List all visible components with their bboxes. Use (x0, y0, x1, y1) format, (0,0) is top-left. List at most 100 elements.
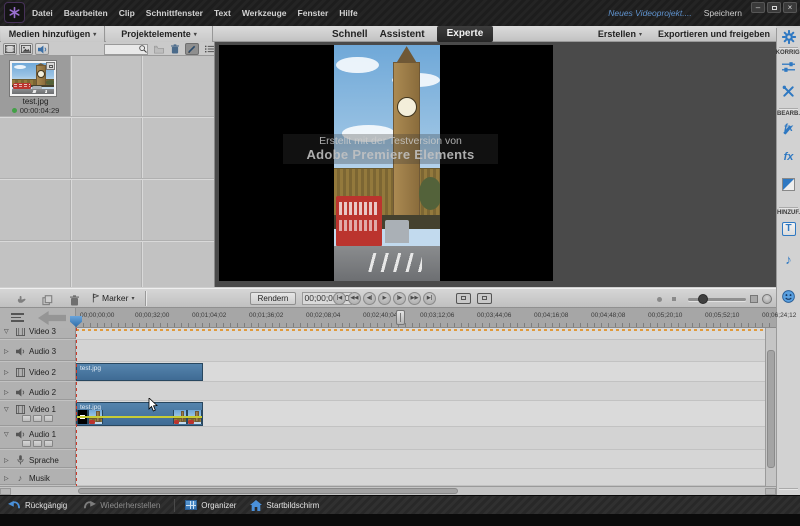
opacity-rubber-band[interactable] (77, 416, 202, 418)
timeline-settings-icon[interactable] (11, 313, 24, 323)
tools-button[interactable] (777, 85, 800, 98)
redo-button[interactable]: Wiederherstellen (83, 500, 160, 511)
scrollbar-left-box[interactable] (0, 488, 11, 495)
expand-icon[interactable]: ▷ (4, 369, 11, 376)
transitions-button[interactable] (777, 178, 800, 191)
menu-text[interactable]: Text (214, 8, 231, 18)
filter-video-button[interactable] (3, 43, 17, 55)
work-area-bar[interactable] (76, 329, 766, 331)
horizontal-scrollbar-thumb[interactable] (78, 488, 458, 494)
restore-button[interactable] (767, 2, 781, 13)
zoom-slider-thumb[interactable] (698, 294, 708, 304)
tab-assistent[interactable]: Assistent (380, 29, 425, 40)
prev-keyframe-button[interactable] (22, 415, 31, 422)
next-keyframe-button[interactable] (44, 440, 53, 447)
pan-arrow-icon[interactable] (38, 311, 66, 325)
vertical-scrollbar[interactable] (765, 328, 776, 486)
marker-button[interactable]: Marker ▾ (92, 293, 134, 303)
tab-schnell[interactable]: Schnell (332, 29, 368, 40)
rewind-button[interactable]: ◀◀ (348, 292, 361, 305)
current-time-indicator-line[interactable] (76, 328, 77, 486)
new-folder-button[interactable] (152, 43, 166, 55)
prev-keyframe-button[interactable] (22, 440, 31, 447)
home-screen-button[interactable]: Startbildschirm (250, 500, 319, 511)
delete-item-button[interactable] (168, 43, 182, 55)
graphics-button[interactable] (777, 290, 800, 303)
next-keyframe-button[interactable] (44, 415, 53, 422)
applied-effects-button[interactable]: fx (777, 123, 800, 134)
menu-clip[interactable]: Clip (119, 8, 135, 18)
video-track-icon (15, 328, 25, 336)
effects-button[interactable]: fx (777, 151, 800, 163)
clip-video2-testjpg[interactable]: test.jpg (76, 363, 203, 381)
tab-experte[interactable]: Experte (437, 26, 494, 42)
menu-hilfe[interactable]: Hilfe (339, 8, 357, 18)
frame-forward-button[interactable]: |▶ (393, 292, 406, 305)
menu-schnittfenster[interactable]: Schnittfenster (146, 8, 203, 18)
tracks-area: ▽ Video 3 ▷ Audio 3 (0, 328, 776, 486)
zoom-step-icon[interactable] (672, 297, 676, 301)
horizontal-scrollbar[interactable] (0, 486, 776, 495)
go-to-end-button[interactable]: ▶| (423, 292, 436, 305)
export-share-button[interactable]: Exportieren und freigeben (658, 29, 770, 39)
project-name-link[interactable]: Neues Videoprojekt.... (608, 8, 691, 18)
pen-tool-button[interactable] (185, 43, 199, 55)
add-media-button[interactable]: Medien hinzufügen ▾ (1, 26, 105, 42)
titles-button[interactable]: T (777, 222, 800, 236)
collapse-icon[interactable]: ▽ (4, 406, 11, 413)
filter-photo-button[interactable] (19, 43, 33, 55)
collapse-icon[interactable]: ▽ (4, 328, 11, 335)
undo-button[interactable]: Rückgängig (8, 500, 67, 511)
menu-bearbeiten[interactable]: Bearbeiten (64, 8, 108, 18)
track-header-audio2: ▷ Audio 2 (0, 382, 76, 400)
minimize-button[interactable]: – (751, 2, 765, 13)
zoom-in-icon[interactable] (750, 295, 758, 303)
render-button[interactable]: Rendern (250, 292, 296, 305)
tick-label: 00;01;36;02 (249, 312, 283, 319)
menu-datei[interactable]: Datei (32, 8, 53, 18)
close-button[interactable]: × (783, 2, 797, 13)
full-screen-monitor-icon[interactable] (477, 293, 492, 304)
track-body-audio1[interactable] (76, 427, 776, 449)
mix-audio-monitor-icon[interactable] (456, 293, 471, 304)
menu-werkzeuge[interactable]: Werkzeuge (242, 8, 287, 18)
clip-video1-testjpg[interactable]: test.jpg (76, 402, 203, 426)
vertical-scrollbar-thumb[interactable] (767, 350, 775, 468)
fast-forward-button[interactable]: ▶▶ (408, 292, 421, 305)
create-label: Erstellen (598, 29, 636, 39)
save-button[interactable]: Speichern (704, 8, 742, 18)
time-ruler[interactable]: 00;00;00;00 00;00;32;00 00;01;04;02 00;0… (0, 308, 776, 328)
track-body-audio2[interactable] (76, 382, 776, 400)
organizer-button[interactable]: Organizer (185, 500, 236, 510)
frame-back-button[interactable]: ◀| (363, 292, 376, 305)
premiere-elements-window: Datei Bearbeiten Clip Schnittfenster Tex… (0, 0, 800, 526)
go-to-start-button[interactable]: |◀ (333, 292, 346, 305)
media-thumbnail[interactable] (10, 61, 56, 96)
create-button[interactable]: Erstellen ▾ (598, 29, 642, 39)
filter-audio-button[interactable] (35, 43, 49, 55)
settings-button[interactable] (777, 30, 800, 44)
music-button[interactable]: ♪ (777, 252, 800, 267)
expand-icon[interactable]: ▷ (4, 389, 11, 396)
expand-icon[interactable]: ▷ (4, 457, 11, 464)
zoom-out-icon[interactable] (657, 297, 662, 302)
play-button[interactable]: ▶ (378, 292, 391, 305)
help-knob-icon[interactable] (762, 294, 772, 304)
expand-icon[interactable]: ▷ (4, 348, 11, 355)
adjust-button[interactable] (777, 61, 800, 73)
project-assets-button[interactable]: Projektelemente ▾ (106, 26, 213, 42)
track-body-musik[interactable] (76, 469, 776, 485)
expand-icon[interactable]: ▷ (4, 475, 11, 482)
track-body-audio3[interactable] (76, 340, 776, 361)
menu-fenster[interactable]: Fenster (298, 8, 329, 18)
add-keyframe-button[interactable] (33, 440, 42, 447)
add-keyframe-button[interactable] (33, 415, 42, 422)
track-name: Sprache (29, 456, 59, 465)
scrollbar-right-box[interactable] (765, 488, 776, 495)
list-view-button[interactable] (202, 43, 216, 55)
work-area-handle[interactable] (396, 310, 405, 325)
track-body-sprache[interactable] (76, 450, 776, 468)
collapse-icon[interactable]: ▽ (4, 431, 11, 438)
track-name: Video 1 (29, 405, 56, 414)
zoom-slider-track[interactable] (688, 298, 746, 301)
